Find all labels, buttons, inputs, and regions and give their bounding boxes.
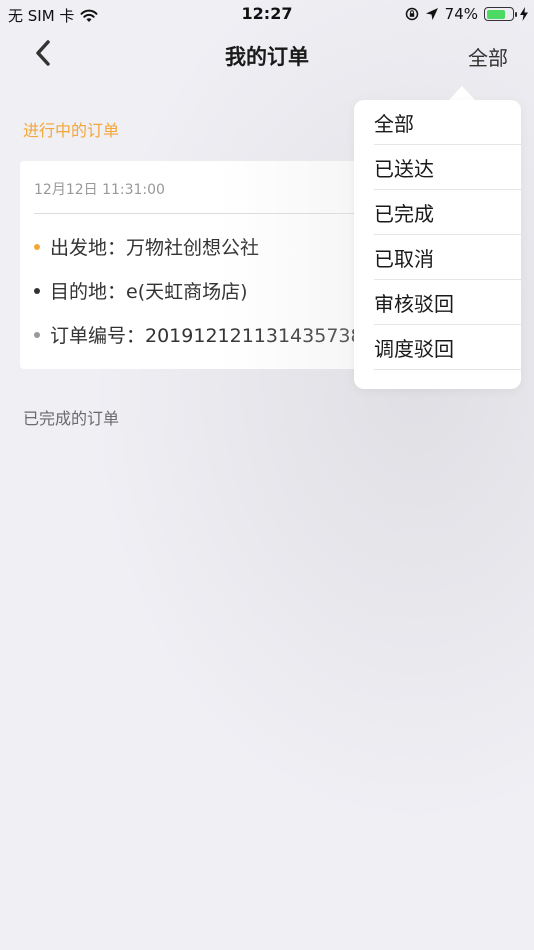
bullet-dot bbox=[34, 243, 40, 250]
battery-percent: 74% bbox=[444, 5, 478, 23]
order-destination-row: 目的地：e(天虹商场店) bbox=[34, 277, 248, 304]
filter-menu: 全部 已送达 已完成 已取消 审核驳回 调度驳回 bbox=[354, 100, 521, 389]
menu-item-label: 已完成 bbox=[374, 202, 434, 226]
order-time: 12月12日 11:31:00 bbox=[34, 182, 165, 198]
order-destination: 目的地：e(天虹商场店) bbox=[50, 281, 248, 303]
completed-orders-heading: 已完成的订单 bbox=[23, 409, 120, 428]
order-origin-row: 出发地：万物社创想公社 bbox=[34, 233, 259, 260]
order-number-row: 订单编号：201912121131435738 bbox=[34, 321, 363, 348]
menu-item-cancelled[interactable]: 已取消 bbox=[374, 235, 521, 280]
menu-item-label: 已送达 bbox=[374, 157, 434, 181]
location-arrow-icon bbox=[425, 7, 439, 21]
menu-item-label: 已取消 bbox=[374, 247, 434, 271]
popover-arrow bbox=[448, 86, 476, 101]
navigation-bar: 我的订单 全部 bbox=[0, 28, 534, 82]
status-right: 74% bbox=[405, 5, 528, 23]
charging-bolt-icon bbox=[520, 7, 528, 21]
bullet-dot bbox=[34, 331, 40, 338]
menu-item-all[interactable]: 全部 bbox=[374, 100, 521, 145]
menu-separator bbox=[374, 369, 521, 370]
ongoing-orders-heading: 进行中的订单 bbox=[23, 121, 120, 140]
orientation-lock-icon bbox=[405, 7, 419, 21]
menu-item-review-rejected[interactable]: 审核驳回 bbox=[374, 280, 521, 325]
battery-icon bbox=[484, 7, 517, 21]
menu-item-label: 调度驳回 bbox=[374, 337, 454, 361]
menu-item-dispatch-rejected[interactable]: 调度驳回 bbox=[374, 325, 521, 370]
menu-item-label: 全部 bbox=[374, 112, 414, 136]
order-number: 订单编号：201912121131435738 bbox=[50, 325, 363, 347]
status-bar: 无 SIM 卡 12:27 74% bbox=[0, 0, 534, 28]
filter-button[interactable]: 全部 bbox=[468, 42, 508, 71]
bullet-dot bbox=[34, 287, 40, 294]
order-origin: 出发地：万物社创想公社 bbox=[50, 237, 260, 259]
menu-item-label: 审核驳回 bbox=[374, 292, 454, 316]
battery-fill bbox=[486, 9, 505, 19]
menu-item-completed[interactable]: 已完成 bbox=[374, 190, 521, 235]
menu-item-delivered[interactable]: 已送达 bbox=[374, 145, 521, 190]
page-title: 我的订单 bbox=[225, 45, 309, 69]
